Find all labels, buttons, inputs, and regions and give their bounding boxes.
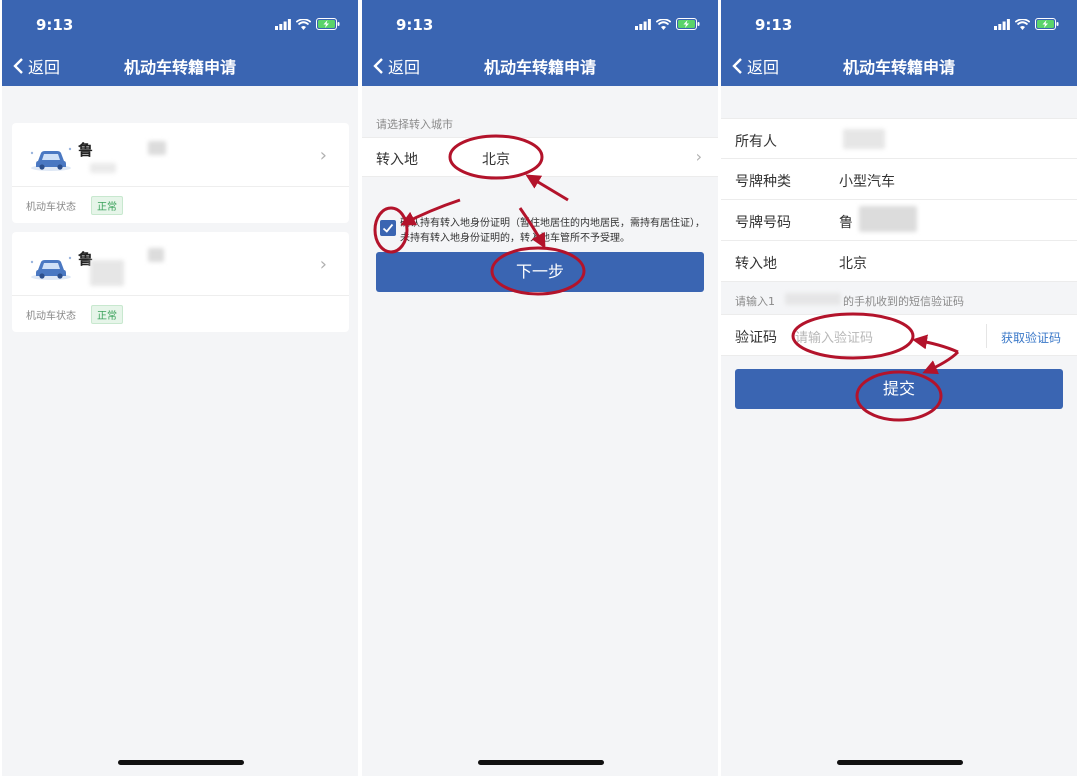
home-indicator: [478, 760, 604, 765]
page-title: 机动车转籍申请: [842, 58, 955, 77]
get-code-button[interactable]: 获取验证码: [1001, 329, 1061, 346]
transfer-label: 转入地: [376, 152, 418, 168]
nav-bar: 9:13 返回 机动车转籍申请: [362, 0, 718, 86]
sms-hint-prefix: 请输入1: [735, 295, 775, 308]
chevron-right-icon: ›: [695, 147, 702, 166]
checkmark-icon: [382, 223, 394, 233]
plate-number-value: 鲁: [839, 215, 853, 231]
transfer-value: 北京: [839, 256, 867, 272]
status-badge: 正常: [91, 305, 123, 324]
divider: [986, 324, 987, 348]
signal-icon: [275, 18, 291, 30]
next-button[interactable]: 下一步: [376, 252, 704, 292]
battery-charging-icon: [316, 18, 340, 30]
transfer-value: 北京: [482, 152, 510, 168]
vehicle-list-screen: 9:13 返回 机动车转籍申请 鲁 › 机动车状态 正常 鲁 › 机动车状态 正…: [2, 0, 358, 776]
status-badge: 正常: [91, 196, 123, 215]
wifi-icon: [296, 18, 311, 30]
wifi-icon: [1015, 18, 1030, 30]
submit-button[interactable]: 提交: [735, 369, 1063, 409]
redacted-plate: [148, 248, 164, 262]
plate-number-label: 号牌号码: [735, 215, 791, 231]
status-time: 9:13: [755, 16, 793, 34]
chevron-right-icon: ›: [319, 145, 327, 166]
page-title: 机动车转籍申请: [123, 58, 236, 77]
redacted-plate: [859, 206, 917, 232]
nav-bar: 9:13 返回 机动车转籍申请: [721, 0, 1077, 86]
signal-icon: [635, 18, 651, 30]
redacted-owner: [843, 129, 885, 149]
status-time: 9:13: [396, 16, 434, 34]
home-indicator: [837, 760, 963, 765]
redacted-plate: [148, 141, 166, 155]
car-icon: [26, 248, 76, 282]
battery-charging-icon: [676, 18, 700, 30]
info-row-transfer: 转入地 北京: [721, 241, 1077, 282]
transfer-city-select[interactable]: 转入地 北京 ›: [362, 137, 718, 177]
vehicle-status-label: 机动车状态: [26, 311, 76, 322]
signal-icon: [994, 18, 1010, 30]
section-caption: 请选择转入城市: [376, 118, 453, 131]
plate-number: 鲁: [78, 141, 94, 159]
redacted-info: [90, 163, 116, 173]
page-title: 机动车转籍申请: [483, 58, 596, 77]
plate-type-value: 小型汽车: [839, 174, 895, 190]
agreement-checkbox[interactable]: [380, 220, 396, 236]
vehicle-card[interactable]: 鲁 › 机动车状态 正常: [12, 123, 349, 223]
vehicle-card[interactable]: 鲁 › 机动车状态 正常: [12, 232, 349, 332]
home-indicator: [118, 760, 244, 765]
code-row: 验证码 请输入验证码 获取验证码: [721, 314, 1077, 356]
nav-bar: 9:13 返回 机动车转籍申请: [2, 0, 358, 86]
status-time: 9:13: [36, 16, 74, 34]
info-row-plate-type: 号牌种类 小型汽车: [721, 159, 1077, 200]
sms-hint-suffix: 的手机收到的短信验证码: [843, 295, 964, 308]
redacted-info: [90, 260, 124, 286]
confirm-screen: 9:13 返回 机动车转籍申请 所有人 号牌种类 小型汽车 号牌号码 鲁 转入地…: [721, 0, 1077, 776]
code-input[interactable]: 请输入验证码: [795, 327, 873, 346]
code-label: 验证码: [735, 330, 777, 346]
transfer-label: 转入地: [735, 256, 777, 272]
wifi-icon: [656, 18, 671, 30]
redacted-phone: [785, 293, 841, 305]
agreement-text: 确认持有转入地身份证明（暂住地居住的内地居民，需持有居住证），未持有转入地身份证…: [400, 218, 705, 244]
battery-charging-icon: [1035, 18, 1059, 30]
info-row-owner: 所有人: [721, 118, 1077, 159]
select-city-screen: 9:13 返回 机动车转籍申请 请选择转入城市 转入地 北京 › 确认持有转入地…: [362, 0, 718, 776]
plate-type-label: 号牌种类: [735, 174, 791, 190]
status-icons: [994, 17, 1059, 31]
status-icons: [275, 17, 340, 31]
status-icons: [635, 17, 700, 31]
vehicle-status-label: 机动车状态: [26, 202, 76, 213]
owner-label: 所有人: [735, 134, 777, 150]
info-row-plate-number: 号牌号码 鲁: [721, 200, 1077, 241]
car-icon: [26, 139, 76, 173]
chevron-right-icon: ›: [319, 254, 327, 275]
